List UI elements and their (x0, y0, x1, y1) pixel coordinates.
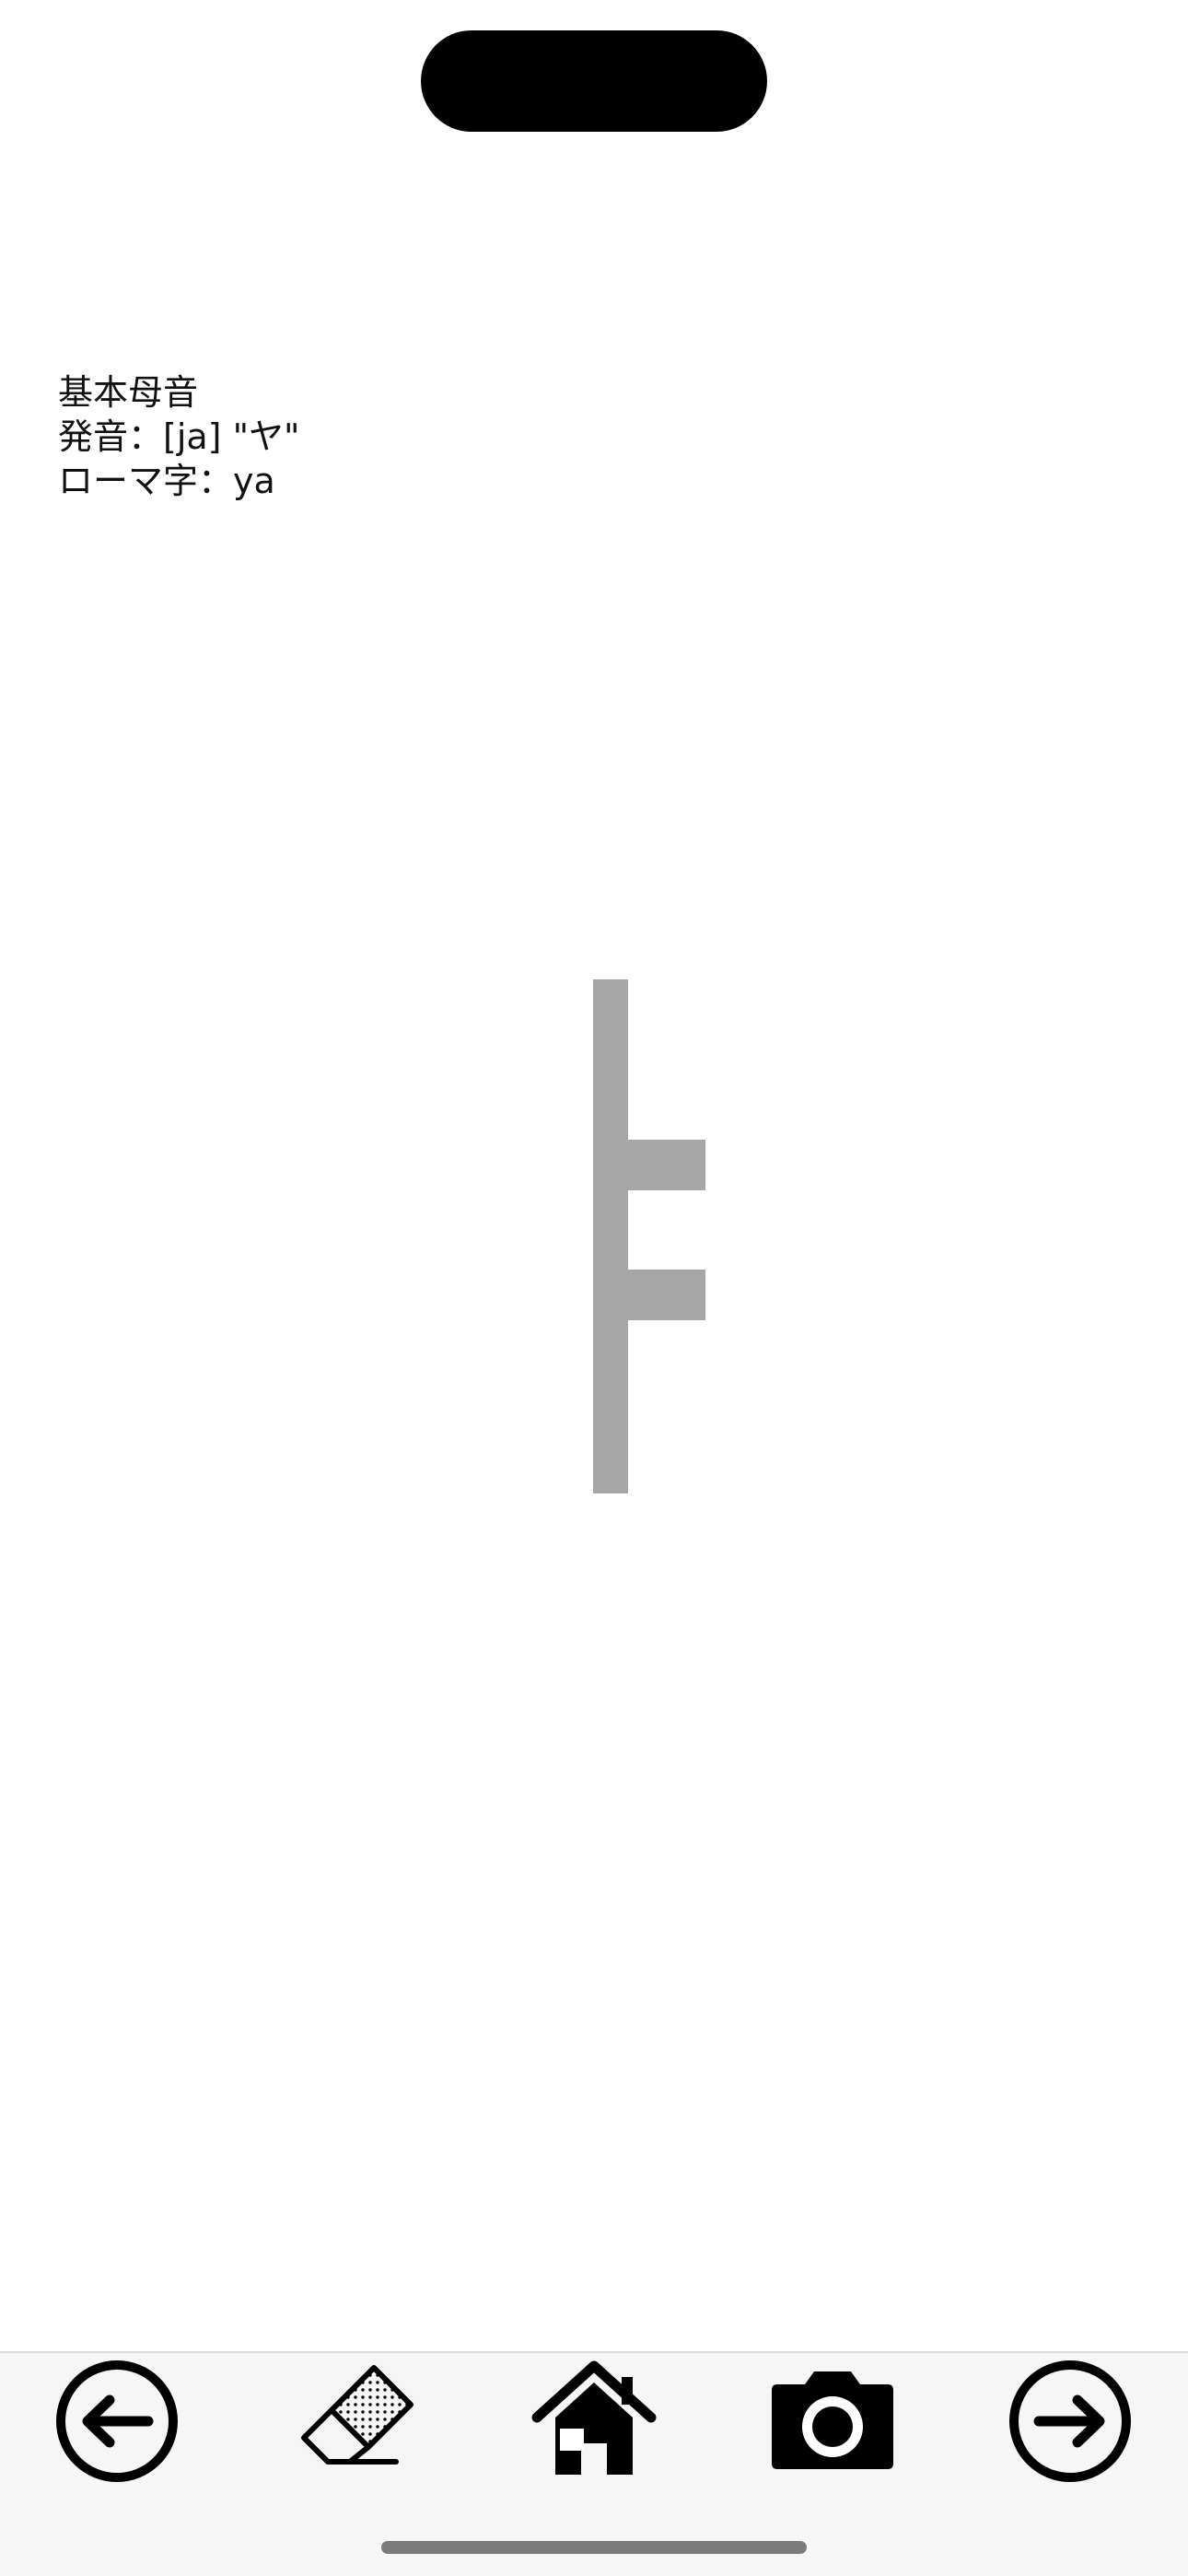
glyph-vertical-stroke (593, 979, 628, 1493)
glyph-upper-horizontal-stroke (628, 1140, 705, 1190)
home-indicator[interactable] (381, 2541, 807, 2554)
camera-button[interactable] (768, 2357, 897, 2486)
camera-icon (772, 2371, 893, 2469)
home-button[interactable] (530, 2357, 658, 2486)
eraser-button[interactable] (293, 2357, 422, 2486)
lesson-pronunciation: 発音：[ja] "ヤ" (58, 416, 300, 457)
house-icon (531, 2360, 657, 2475)
eraser-icon (301, 2365, 413, 2465)
lesson-category: 基本母音 (58, 372, 199, 413)
glyph-lower-horizontal-stroke (628, 1270, 705, 1320)
lesson-romanization: ローマ字：ya (58, 461, 275, 501)
arrow-left-circle-icon (56, 2360, 178, 2482)
previous-button[interactable] (52, 2357, 181, 2486)
dynamic-island (421, 30, 767, 132)
arrow-right-circle-icon (1009, 2360, 1131, 2482)
lesson-info: 基本母音 発音：[ja] "ヤ" ローマ字：ya (58, 370, 300, 503)
glyph-strokes (593, 979, 705, 1493)
next-button[interactable] (1006, 2357, 1135, 2486)
